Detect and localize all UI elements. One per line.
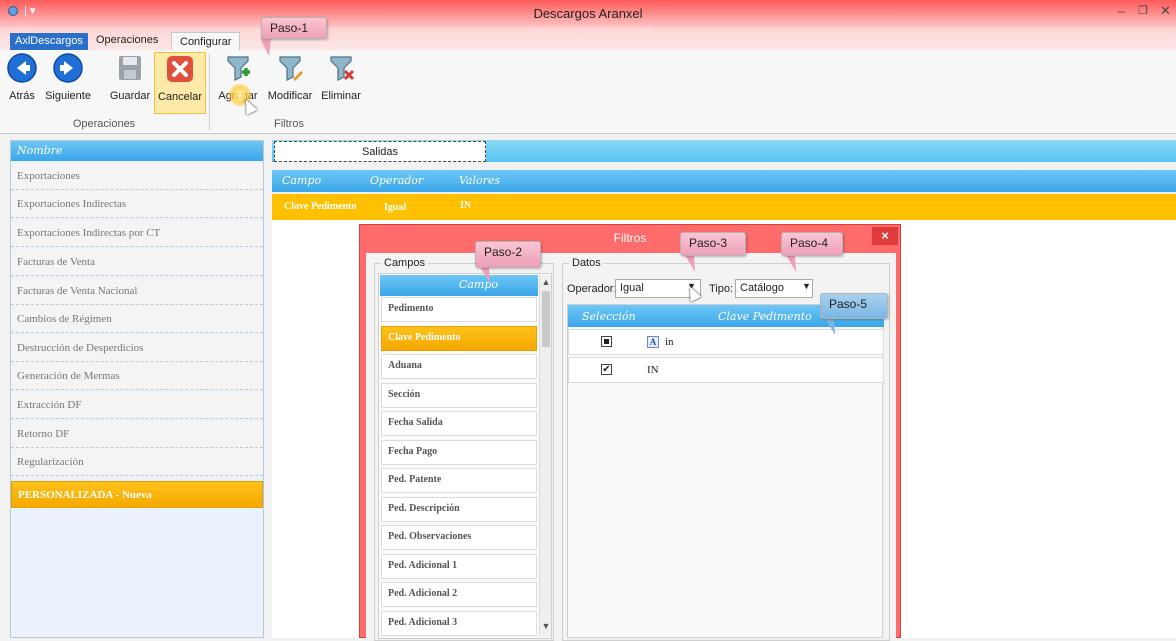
column-header-operador[interactable]: Operador [370, 174, 423, 187]
tipo-value: Catálogo [740, 282, 785, 294]
datos-grid: Selección Clave Pedimento A in ✔ IN [567, 304, 884, 638]
operador-value: Igual [620, 282, 644, 294]
cell-clave: IN [647, 364, 659, 376]
table-row[interactable]: ✔ IN [568, 357, 884, 383]
column-header-clave-pedimento[interactable]: Clave Pedimento [718, 310, 812, 323]
tab-axldescargos[interactable]: AxlDescargos [10, 33, 88, 50]
list-item[interactable]: Facturas de Venta Nacional [11, 278, 263, 305]
group-label-operaciones: Operaciones [72, 118, 136, 130]
delete-filter-label: Eliminar [321, 90, 361, 102]
title-bar: | ▾ Descargos Aranxel – ❐ ✕ [0, 0, 1176, 28]
modify-filter-label: Modificar [267, 90, 313, 102]
list-item[interactable]: Fecha Salida [381, 411, 537, 436]
filter-edit-icon [279, 56, 303, 81]
list-item-selected[interactable]: PERSONALIZADA - Nueva [11, 481, 263, 508]
minimize-button[interactable]: – [1118, 4, 1125, 18]
tab-operaciones[interactable]: Operaciones [90, 32, 164, 50]
arrow-right-icon [53, 53, 83, 83]
list-item[interactable]: Ped. Descripción [381, 497, 537, 522]
table-row[interactable]: Clave Pedimento Igual IN [272, 194, 1176, 220]
left-panel-header: Nombre [11, 141, 263, 161]
back-button[interactable]: Atrás [2, 52, 42, 114]
cell-filter-value[interactable]: in [665, 336, 674, 348]
tab-salidas[interactable]: Salidas [274, 141, 486, 162]
ribbon-group-divider [209, 54, 210, 130]
next-label: Siguiente [45, 90, 91, 102]
save-disk-icon [119, 56, 141, 80]
filter-delete-icon [330, 56, 355, 81]
callout-paso-5: Paso-5 [820, 293, 888, 319]
datos-group: Datos Operador: Igual ▼ Tipo: Catálogo ▼… [562, 257, 890, 641]
list-item[interactable]: Ped. Adicional 2 [381, 582, 537, 607]
modify-filter-button[interactable]: Modificar [262, 52, 318, 114]
save-label: Guardar [109, 90, 151, 102]
campo-column-header[interactable]: Campo [380, 275, 538, 296]
chevron-down-icon[interactable]: ▼ [802, 281, 811, 291]
callout-paso-1: Paso-1 [261, 17, 327, 39]
cell-operador: Igual [384, 202, 407, 213]
list-item[interactable]: Destrucción de Desperdicios [11, 335, 263, 362]
next-button[interactable]: Siguiente [42, 52, 94, 114]
cancel-label: Cancelar [157, 91, 203, 103]
list-item[interactable]: Aduana [381, 354, 537, 379]
list-item[interactable]: Regularización [11, 449, 263, 476]
list-item[interactable]: Generación de Mermas [11, 363, 263, 390]
scroll-thumb[interactable] [542, 291, 550, 347]
operador-label: Operador: [567, 283, 617, 295]
filters-grid-header: Campo Operador Valores [272, 170, 1176, 192]
cancel-x-icon [167, 56, 193, 82]
tipo-label: Tipo: [709, 283, 734, 295]
scroll-down-icon[interactable]: ▼ [540, 621, 551, 631]
list-item[interactable]: Exportaciones Indirectas por CT [11, 220, 263, 247]
back-label: Atrás [9, 90, 35, 102]
save-button[interactable]: Guardar [106, 52, 154, 114]
tab-configurar[interactable]: Configurar [171, 32, 241, 51]
cancel-button[interactable]: Cancelar [154, 52, 206, 114]
column-header-campo[interactable]: Campo [282, 174, 321, 187]
cell-valores: IN [460, 200, 472, 211]
window-title: Descargos Aranxel [533, 6, 643, 21]
column-header-valores[interactable]: Valores [459, 174, 500, 187]
ribbon: Atrás Siguiente Guardar Cancelar Agregar [0, 50, 1176, 134]
ribbon-tab-bar: AxlDescargos Operaciones Configurar [0, 28, 1176, 51]
list-item[interactable]: Retorno DF [11, 421, 263, 448]
filtros-dialog: Filtros × Campos Campo Pedimento Clave P… [359, 224, 901, 641]
group-label-filtros: Filtros [274, 118, 304, 130]
dialog-body: Campos Campo Pedimento Clave Pedimento A… [366, 253, 896, 641]
filter-add-icon [227, 56, 250, 81]
cell-campo: Clave Pedimento [284, 201, 357, 212]
campos-group-label: Campos [381, 257, 428, 269]
list-item[interactable]: Exportaciones Indirectas [11, 191, 263, 218]
list-item[interactable]: Ped. Adicional 3 [381, 611, 537, 636]
list-item[interactable]: Ped. Patente [381, 468, 537, 493]
campos-scrollbar[interactable]: ▲ ▼ [539, 275, 551, 637]
text-filter-icon: A [647, 336, 659, 348]
list-item-selected[interactable]: Clave Pedimento [381, 326, 537, 351]
arrow-left-icon [7, 53, 37, 83]
scroll-up-icon[interactable]: ▲ [540, 277, 551, 287]
filter-list-panel: Nombre Exportaciones Exportaciones Indir… [10, 140, 264, 638]
list-item[interactable]: Extracción DF [11, 392, 263, 419]
dialog-close-button[interactable]: × [872, 227, 898, 245]
list-item[interactable]: Ped. Observaciones [381, 525, 537, 550]
list-item[interactable]: Sección [381, 383, 537, 408]
list-item[interactable]: Facturas de Venta [11, 249, 263, 276]
callout-paso-4: Paso-4 [781, 232, 843, 256]
row-filter-checkbox[interactable] [601, 336, 612, 347]
delete-filter-button[interactable]: Eliminar [316, 52, 366, 114]
maximize-button[interactable]: ❐ [1138, 4, 1148, 17]
callout-paso-3: Paso-3 [680, 232, 746, 256]
list-item[interactable]: Pedimento [381, 297, 537, 322]
list-item[interactable]: Ped. Adicional 1 [381, 554, 537, 579]
datos-group-label: Datos [569, 257, 604, 269]
list-item[interactable]: Fecha Pago [381, 440, 537, 465]
column-header-seleccion[interactable]: Selección [582, 310, 636, 323]
callout-paso-2: Paso-2 [475, 241, 541, 268]
list-item[interactable]: Cambios de Régimen [11, 306, 263, 333]
row-checkbox[interactable]: ✔ [601, 364, 612, 375]
campos-list: Campo Pedimento Clave Pedimento Aduana S… [378, 273, 552, 639]
list-item[interactable]: Exportaciones [11, 163, 263, 190]
close-window-button[interactable]: ✕ [1160, 3, 1171, 19]
